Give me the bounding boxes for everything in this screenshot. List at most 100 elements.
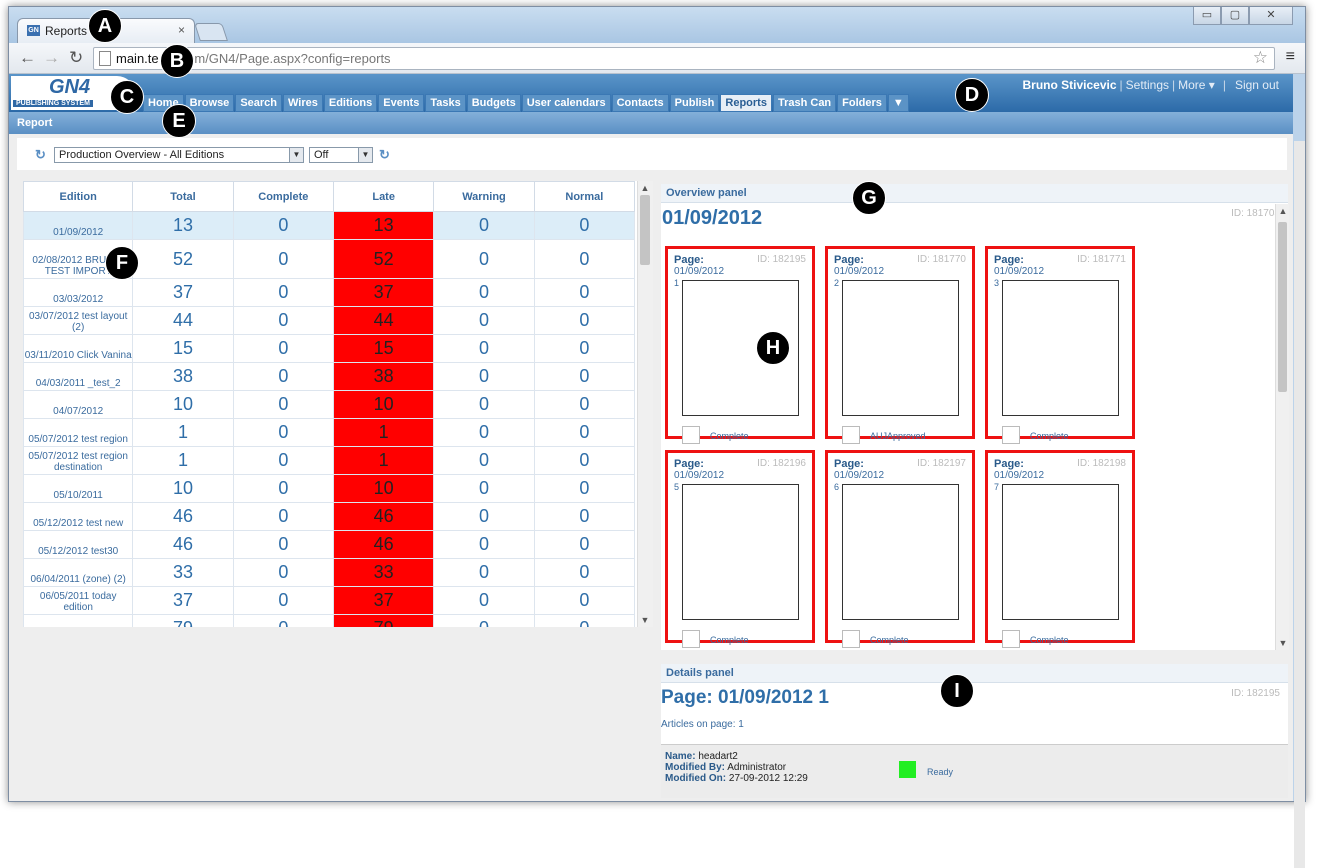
page-number: 6 [834,482,840,492]
page-card[interactable]: Page: ID: 182198 01/09/2012 7 Complete [985,450,1135,648]
cell-normal: 0 [533,278,636,307]
column-header-edition[interactable]: Edition [23,181,134,212]
table-row[interactable]: 03/03/2012 37 0 37 0 0 [23,278,636,307]
cell-warning: 0 [433,446,535,475]
page-card[interactable]: Page: ID: 181770 01/09/2012 2 AUJApproved [825,246,975,444]
cell-total: 46 [132,502,234,531]
table-row[interactable]: 05/12/2012 test new 46 0 46 0 0 [23,502,636,531]
page-id: ID: 181770 [917,254,966,265]
refresh-icon[interactable]: ↻ [379,147,390,163]
cell-total: 10 [132,390,234,419]
nav-item-wires[interactable]: Wires [283,94,323,112]
overview-scrollbar[interactable]: ▲ ▼ [1275,204,1289,650]
nav-item-editions[interactable]: Editions [323,94,378,112]
new-tab-button[interactable] [194,23,228,41]
column-header-normal[interactable]: Normal [533,181,636,212]
table-row[interactable]: 04/07/2012 10 0 10 0 0 [23,390,636,419]
page-status-checkbox[interactable] [842,630,860,648]
page-status-checkbox[interactable] [1002,630,1020,648]
cell-total: 13 [132,211,234,240]
reload-icon[interactable]: ↻ [69,48,83,68]
report-select[interactable]: Production Overview - All Editions ▼ [54,147,304,163]
refresh-icon[interactable]: ↻ [35,147,46,163]
nav-item-reports[interactable]: Reports [720,94,772,112]
page-status-checkbox[interactable] [1002,426,1020,444]
nav-item-events[interactable]: Events [378,94,425,112]
minimize-button[interactable]: ▭ [1193,7,1221,25]
page-status-checkbox[interactable] [682,630,700,648]
table-row[interactable]: 05/10/2011 10 0 10 0 0 [23,474,636,503]
page-thumbnail[interactable] [682,484,799,620]
sign-out-link[interactable]: Sign out [1235,78,1279,92]
nav-item-search[interactable]: Search [235,94,283,112]
tab-close-icon[interactable]: × [178,23,185,37]
page-status-checkbox[interactable] [842,426,860,444]
cell-normal: 0 [533,362,636,391]
nav-item-publish[interactable]: Publish [669,94,720,112]
table-row[interactable]: 01/09/2012 13 0 13 0 0 [23,211,636,240]
page-thumbnail[interactable] [842,484,959,620]
page-card[interactable]: Page: ID: 182197 01/09/2012 6 Complete [825,450,975,648]
marker-c: C [110,80,144,114]
cell-late: 46 [332,502,435,531]
page-card[interactable]: Page: ID: 182195 01/09/2012 1 Complete [665,246,815,444]
page-card[interactable]: Page: ID: 182196 01/09/2012 5 Complete [665,450,815,648]
nav-item-tasks[interactable]: Tasks [425,94,466,112]
bookmark-star-icon[interactable]: ☆ [1253,48,1268,68]
nav-item-budgets[interactable]: Budgets [466,94,521,112]
table-row[interactable]: 05/07/2012 test region 1 0 1 0 0 [23,418,636,447]
cell-edition: 04/07/2012 [23,390,134,419]
page-scrollbar[interactable] [1294,141,1305,868]
table-scrollbar[interactable]: ▲ ▼ [637,181,653,627]
column-header-late[interactable]: Late [332,181,435,212]
page-thumbnail[interactable] [1002,280,1119,416]
table-row[interactable]: 06/05/2011 today edition 37 0 37 0 0 [23,586,636,615]
column-header-total[interactable]: Total [132,181,234,212]
nav-more-dropdown[interactable]: ▼ [887,94,909,112]
overview-id: ID: 181705 [1231,208,1280,219]
page-thumbnail[interactable] [842,280,959,416]
page-status-checkbox[interactable] [682,426,700,444]
nav-item-contacts[interactable]: Contacts [611,94,669,112]
auto-refresh-select[interactable]: Off ▼ [309,147,373,163]
column-header-complete[interactable]: Complete [232,181,335,212]
more-menu[interactable]: More [1178,78,1205,92]
page-thumbnail[interactable] [1002,484,1119,620]
articles-on-page[interactable]: Articles on page: 1 [661,719,1288,730]
details-panel: Details panel Page: 01/09/2012 1 ID: 182… [661,664,1288,798]
cell-late: 44 [332,306,435,335]
table-row[interactable]: 06/04/2011 (zone) (2) 33 0 33 0 0 [23,558,636,587]
scroll-thumb[interactable] [640,195,650,265]
details-id: ID: 182195 [1231,688,1280,699]
page-card[interactable]: Page: ID: 181771 01/09/2012 3 Complete [985,246,1135,444]
nav-item-user-calendars[interactable]: User calendars [521,94,611,112]
table-row[interactable]: 03/07/2012 test layout (2) 44 0 44 0 0 [23,306,636,335]
back-arrow-icon[interactable]: ← [19,48,36,68]
chevron-down-icon[interactable]: ▼ [638,615,652,625]
chevron-up-icon[interactable]: ▲ [1276,206,1290,216]
browser-menu-icon[interactable]: ≡ [1286,48,1295,66]
user-name[interactable]: Bruno Stivicevic [1022,78,1116,92]
cell-late: 13 [332,211,435,240]
cell-total: 10 [132,474,234,503]
nav-item-folders[interactable]: Folders [837,94,887,112]
settings-link[interactable]: Settings [1126,78,1169,92]
cell-warning: 0 [433,334,535,363]
chevron-up-icon[interactable]: ▲ [638,183,652,193]
chevron-down-icon[interactable]: ▼ [1276,638,1290,648]
cell-normal: 0 [533,390,636,419]
table-row[interactable]: 04/03/2011 _test_2 38 0 38 0 0 [23,362,636,391]
page-number: 5 [674,482,680,492]
table-row[interactable]: 05/07/2012 test region destination 1 0 1 0 0 [23,446,636,475]
close-button[interactable]: ✕ [1249,7,1293,25]
status-indicator [899,761,916,778]
scroll-thumb[interactable] [1278,222,1287,392]
table-row[interactable]: 05/12/2012 test30 46 0 46 0 0 [23,530,636,559]
nav-item-trash-can[interactable]: Trash Can [772,94,837,112]
table-row[interactable]: 06/10/2010 Daily7907900 [23,614,636,627]
table-row[interactable]: 03/11/2010 Click Vanina 15 0 15 0 0 [23,334,636,363]
address-bar[interactable]: main.te com/GN4/Page.aspx?config=reports … [93,47,1275,70]
forward-arrow-icon[interactable]: → [43,48,60,68]
maximize-button[interactable]: ▢ [1221,7,1249,25]
column-header-warning[interactable]: Warning [433,181,535,212]
